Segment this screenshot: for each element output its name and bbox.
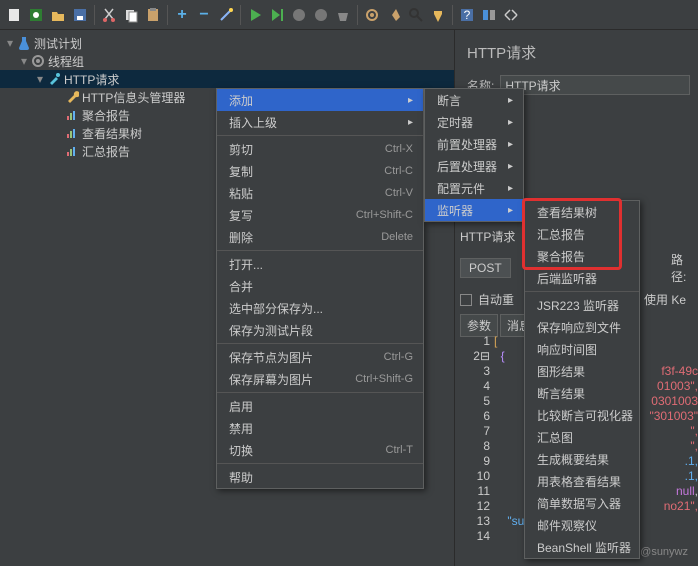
submenu-preprocessors[interactable]: 前置处理器▸ [425,133,523,155]
new-icon[interactable] [4,5,24,25]
menu-delete[interactable]: 删除Delete [217,226,423,248]
listener-item[interactable]: BeanShell 监听器 [525,536,639,558]
plus-icon[interactable]: + [172,5,192,25]
listener-item[interactable]: 后端监听器 [525,267,639,289]
toolbar: + − ? [0,0,698,30]
menu-cut[interactable]: 剪切Ctrl-X [217,138,423,160]
tree-label: 查看结果树 [82,125,142,142]
tree-label: HTTP信息头管理器 [82,89,185,106]
menu-save-node-image[interactable]: 保存节点为图片Ctrl-G [217,346,423,368]
submenu-listeners-list: 查看结果树 汇总报告 聚合报告 后端监听器 JSR223 监听器 保存响应到文件… [524,200,640,559]
wand-icon[interactable] [216,5,236,25]
toggle-icon[interactable] [479,5,499,25]
name-input[interactable] [500,75,690,95]
menu-save-screen-image[interactable]: 保存屏幕为图片Ctrl+Shift-G [217,368,423,390]
tree-root[interactable]: ▾测试计划 [0,34,454,52]
tree-label: HTTP请求 [64,71,119,88]
auto-label: 自动重 [478,291,514,308]
chart-icon [64,107,80,123]
keepalive-label: 使用 Ke [644,291,686,308]
menu-toggle[interactable]: 切换Ctrl-T [217,439,423,461]
open-icon[interactable] [48,5,68,25]
gear-icon [30,53,46,69]
menu-open[interactable]: 打开... [217,253,423,275]
listener-item[interactable]: 生成概要结果 [525,448,639,470]
listener-item[interactable]: 用表格查看结果 [525,470,639,492]
minus-icon[interactable]: − [194,5,214,25]
cut-icon[interactable] [99,5,119,25]
listener-item[interactable]: 聚合报告 [525,245,639,267]
flask-icon [16,35,32,51]
context-menu: 添加▸ 插入上级▸ 剪切Ctrl-X 复制Ctrl-C 粘贴Ctrl-V 复写C… [216,88,424,489]
submenu-postprocessors[interactable]: 后置处理器▸ [425,155,523,177]
menu-copy[interactable]: 复制Ctrl-C [217,160,423,182]
tree-http[interactable]: ▾HTTP请求 [0,70,454,88]
expand-icon[interactable] [501,5,521,25]
tree-label: 测试计划 [34,35,82,52]
tree-threadgroup[interactable]: ▾线程组 [0,52,454,70]
listener-item[interactable]: 汇总图 [525,426,639,448]
listener-item[interactable]: 保存响应到文件 [525,316,639,338]
find-icon[interactable] [406,5,426,25]
submenu-timers[interactable]: 定时器▸ [425,111,523,133]
clear2-icon[interactable] [428,5,448,25]
listener-item[interactable]: 查看结果树 [525,201,639,223]
svg-text:?: ? [464,8,471,22]
template-icon[interactable] [26,5,46,25]
panel-title: HTTP请求 [467,42,690,63]
menu-add[interactable]: 添加▸ [217,89,423,111]
line-gutter: 12⊟34567891011121314 [466,334,490,544]
save-icon[interactable] [70,5,90,25]
listener-item[interactable]: 图形结果 [525,360,639,382]
listener-item[interactable]: 断言结果 [525,382,639,404]
listener-item[interactable]: 邮件观察仪 [525,514,639,536]
run-next-icon[interactable] [267,5,287,25]
stop-icon[interactable] [289,5,309,25]
chart-icon [64,143,80,159]
listener-item[interactable]: 汇总报告 [525,223,639,245]
menu-enable[interactable]: 启用 [217,395,423,417]
wrench-icon [64,89,80,105]
tree-label: 线程组 [48,53,84,70]
paste-icon[interactable] [143,5,163,25]
clear-icon[interactable] [333,5,353,25]
menu-duplicate[interactable]: 复写Ctrl+Shift-C [217,204,423,226]
menu-insert-parent[interactable]: 插入上级▸ [217,111,423,133]
dropper-icon [46,71,62,87]
menu-paste[interactable]: 粘贴Ctrl-V [217,182,423,204]
chart-icon [64,125,80,141]
tree-label: 聚合报告 [82,107,130,124]
menu-help[interactable]: 帮助 [217,466,423,488]
menu-disable[interactable]: 禁用 [217,417,423,439]
broom-icon[interactable] [384,5,404,25]
stop-all-icon[interactable] [311,5,331,25]
menu-save-selection[interactable]: 选中部分保存为... [217,297,423,319]
listener-item[interactable]: 响应时间图 [525,338,639,360]
submenu-assertions[interactable]: 断言▸ [425,89,523,111]
path-label: 路径: [671,251,698,285]
submenu-config[interactable]: 配置元件▸ [425,177,523,199]
method-select[interactable]: POST [460,258,511,278]
menu-save-fragment[interactable]: 保存为测试片段 [217,319,423,341]
listener-item[interactable]: JSR223 监听器 [525,294,639,316]
copy-icon[interactable] [121,5,141,25]
menu-merge[interactable]: 合并 [217,275,423,297]
auto-redirect-checkbox[interactable] [460,294,472,306]
http-req-label: HTTP请求 [460,228,515,245]
listener-item[interactable]: 简单数据写入器 [525,492,639,514]
submenu-listeners[interactable]: 监听器▸ [425,199,523,221]
listener-item[interactable]: 比较断言可视化器 [525,404,639,426]
tree-label: 汇总报告 [82,143,130,160]
gear-icon[interactable] [362,5,382,25]
submenu-add: 断言▸ 定时器▸ 前置处理器▸ 后置处理器▸ 配置元件▸ 监听器▸ [424,88,524,222]
help-icon[interactable]: ? [457,5,477,25]
run-icon[interactable] [245,5,265,25]
